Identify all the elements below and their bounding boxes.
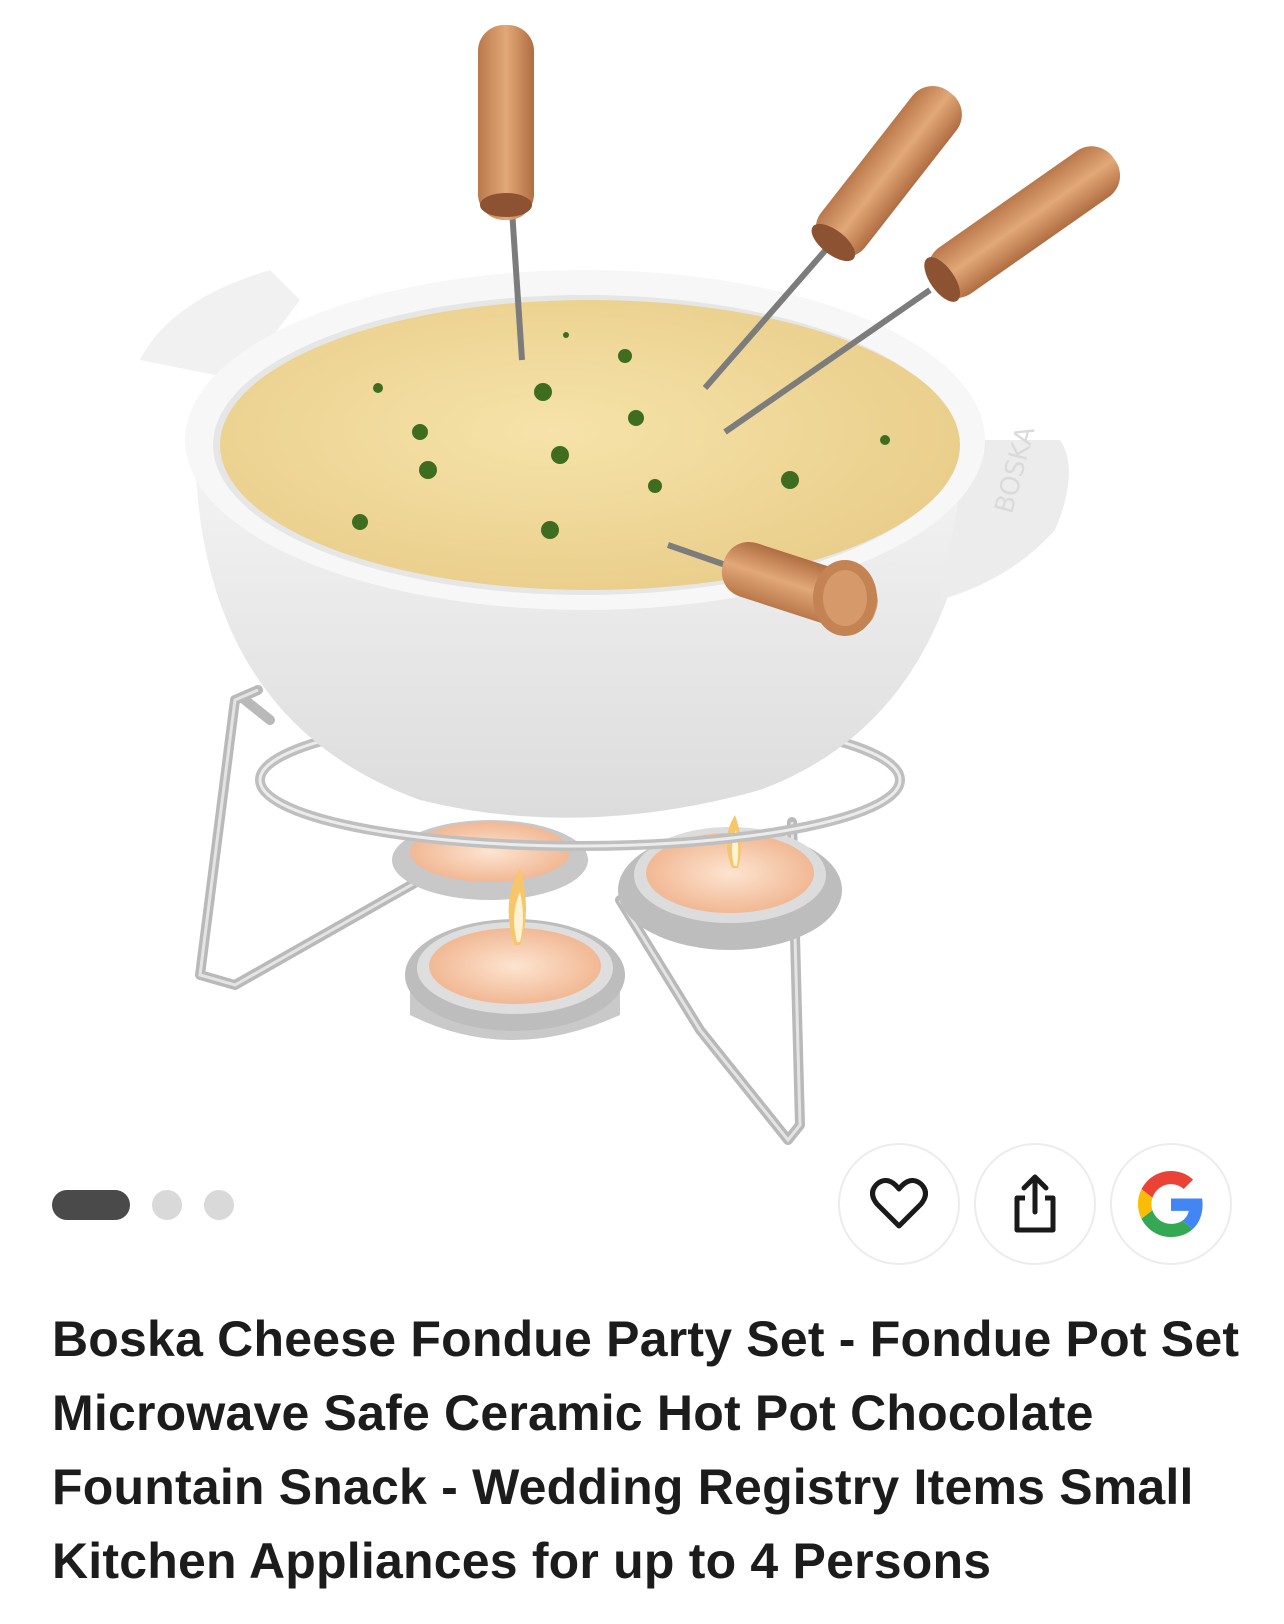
product-title: Boska Cheese Fondue Party Set - Fondue P… (52, 1311, 1240, 1589)
product-image-gallery[interactable]: BOSKA (0, 0, 1284, 1265)
image-pager (52, 1190, 234, 1220)
pager-dot-active[interactable] (52, 1190, 130, 1220)
pager-dot[interactable] (152, 1190, 182, 1220)
heart-outline-icon (870, 1178, 928, 1229)
product-actions (838, 1143, 1232, 1265)
share-icon (1014, 1174, 1056, 1233)
google-g-icon (1138, 1171, 1203, 1237)
favorite-button[interactable] (838, 1143, 960, 1265)
ceramic-bowl: BOSKA (140, 270, 1069, 818)
share-button[interactable] (974, 1143, 1096, 1265)
pager-dot[interactable] (204, 1190, 234, 1220)
product-image[interactable]: BOSKA (0, 0, 1284, 1240)
google-search-button[interactable] (1110, 1143, 1232, 1265)
